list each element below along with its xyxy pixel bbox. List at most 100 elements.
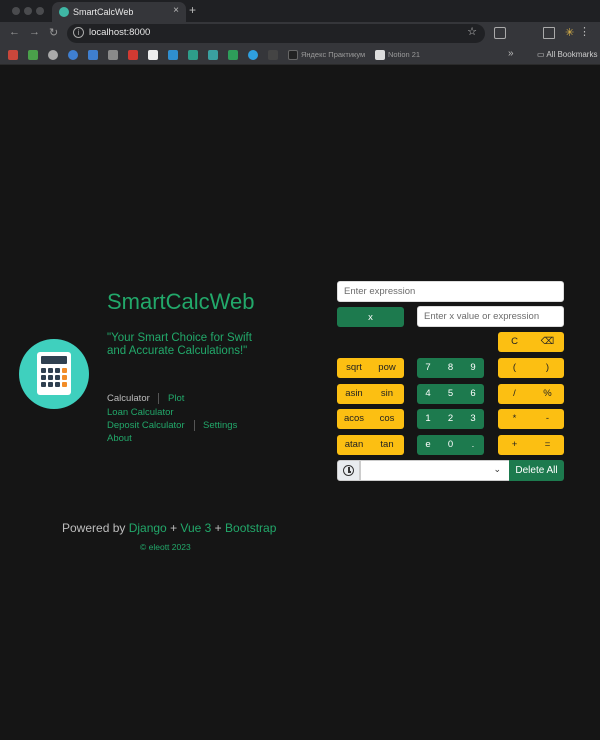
acos-button[interactable]: acos xyxy=(337,409,371,429)
reload-icon[interactable]: ↻ xyxy=(49,26,58,39)
notion-bookmark-icon[interactable] xyxy=(375,50,385,60)
digit-5-button[interactable]: 5 xyxy=(439,384,462,404)
browser-menu-icon[interactable]: ⋮ xyxy=(579,25,590,38)
youtube-bookmark-icon[interactable] xyxy=(128,50,138,60)
backspace-icon[interactable]: ⌫ xyxy=(531,332,564,352)
func-row: asin sin xyxy=(337,384,404,404)
vue-link[interactable]: Vue 3 xyxy=(180,521,211,535)
equals-button[interactable]: = xyxy=(531,435,564,455)
calendar-bookmark-icon[interactable] xyxy=(88,50,98,60)
address-url[interactable]: localhost:8000 xyxy=(89,27,150,38)
digit-1-button[interactable]: 1 xyxy=(417,409,439,429)
add-button[interactable]: + xyxy=(498,435,531,455)
close-paren-button[interactable]: ) xyxy=(531,358,564,378)
back-arrow-icon[interactable]: ← xyxy=(9,26,20,38)
microsoft-bookmark-icon[interactable] xyxy=(28,50,38,60)
multiply-button[interactable]: * xyxy=(498,409,531,429)
gmail-bookmark-icon[interactable] xyxy=(8,50,18,60)
side-panel-icon[interactable] xyxy=(543,27,555,39)
django-link[interactable]: Django xyxy=(129,521,167,535)
clear-button[interactable]: C xyxy=(498,332,531,352)
op-row: * - xyxy=(498,409,564,429)
sqrt-button[interactable]: sqrt xyxy=(337,358,371,378)
forward-arrow-icon[interactable]: → xyxy=(29,26,40,38)
bootstrap-link[interactable]: Bootstrap xyxy=(225,521,276,535)
page-title: SmartCalcWeb xyxy=(107,289,255,314)
x-button[interactable]: x xyxy=(337,307,404,327)
tab-close-icon[interactable]: × xyxy=(173,5,179,16)
bookmarks-overflow-icon[interactable]: » xyxy=(508,48,514,59)
digit-row: e 0 . xyxy=(417,435,484,455)
nav-about[interactable]: About xyxy=(107,433,132,444)
chevron-down-icon: ⌄ xyxy=(493,464,501,474)
digit-row: 4 5 6 xyxy=(417,384,484,404)
digit-6-button[interactable]: 6 xyxy=(462,384,484,404)
bookmark-star-icon[interactable]: ☆ xyxy=(467,25,477,38)
cos-button[interactable]: cos xyxy=(370,409,404,429)
cloud-bookmark-icon[interactable] xyxy=(68,50,78,60)
history-select[interactable]: ⌄ xyxy=(360,460,510,481)
praktikum-bookmark-icon[interactable] xyxy=(288,50,298,60)
site-info-icon[interactable]: i xyxy=(73,27,84,38)
digit-8-button[interactable]: 8 xyxy=(439,358,462,378)
sin-button[interactable]: sin xyxy=(370,384,404,404)
browser-toolbar: ← → ↻ i localhost:8000 ☆ ✳ ⋮ xyxy=(0,22,600,45)
new-tab-button[interactable]: + xyxy=(189,3,196,17)
atan-button[interactable]: atan xyxy=(337,435,371,455)
b-bookmark-icon[interactable] xyxy=(208,50,218,60)
func-row: atan tan xyxy=(337,435,404,455)
nav-plot[interactable]: Plot xyxy=(168,393,184,404)
divide-button[interactable]: / xyxy=(498,384,531,404)
delete-all-button[interactable]: Delete All xyxy=(509,460,564,481)
func-row: acos cos xyxy=(337,409,404,429)
digit-2-button[interactable]: 2 xyxy=(439,409,462,429)
e-button[interactable]: e xyxy=(417,435,439,455)
profile-extension-icon[interactable]: ✳ xyxy=(565,26,574,39)
bookmarks-bar: Яндекс Практикум Notion 21 » ▭ All Bookm… xyxy=(0,45,600,65)
address-bar[interactable]: i localhost:8000 ☆ xyxy=(67,24,485,43)
x-value-input[interactable] xyxy=(417,306,564,327)
expression-input[interactable] xyxy=(337,281,564,302)
browser-tab[interactable]: SmartCalcWeb × xyxy=(52,2,186,22)
digit-9-button[interactable]: 9 xyxy=(462,358,484,378)
calculator-icon xyxy=(37,352,71,395)
extensions-icon[interactable] xyxy=(494,27,506,39)
folder-icon: ▭ xyxy=(537,50,547,59)
sr-bookmark-icon[interactable] xyxy=(268,50,278,60)
modulo-button[interactable]: % xyxy=(531,384,564,404)
all-bookmarks-button[interactable]: ▭ All Bookmarks xyxy=(537,50,597,59)
digit-3-button[interactable]: 3 xyxy=(462,409,484,429)
tab-favicon-icon xyxy=(59,7,69,17)
bookmark-praktikum[interactable]: Яндекс Практикум xyxy=(301,50,365,59)
pow-button[interactable]: pow xyxy=(370,358,404,378)
k-bookmark-icon[interactable] xyxy=(168,50,178,60)
digit-4-button[interactable]: 4 xyxy=(417,384,439,404)
nav-deposit-calculator[interactable]: Deposit Calculator xyxy=(107,420,185,431)
close-window-dot[interactable] xyxy=(12,7,20,15)
digit-7-button[interactable]: 7 xyxy=(417,358,439,378)
nav-loan-calculator[interactable]: Loan Calculator xyxy=(107,407,174,418)
open-paren-button[interactable]: ( xyxy=(498,358,531,378)
app-logo xyxy=(19,339,89,409)
minimize-window-dot[interactable] xyxy=(24,7,32,15)
c-bookmark-icon[interactable] xyxy=(188,50,198,60)
globe-bookmark-icon[interactable] xyxy=(48,50,58,60)
copyright: © eleott 2023 xyxy=(140,542,191,552)
bookmark-notion[interactable]: Notion 21 xyxy=(388,50,420,59)
telegram-bookmark-icon[interactable] xyxy=(248,50,258,60)
subtract-button[interactable]: - xyxy=(531,409,564,429)
21-bookmark-icon[interactable] xyxy=(228,50,238,60)
tan-button[interactable]: tan xyxy=(370,435,404,455)
maximize-window-dot[interactable] xyxy=(36,7,44,15)
decimal-point-button[interactable]: . xyxy=(462,435,484,455)
digit-0-button[interactable]: 0 xyxy=(439,435,462,455)
powered-by-text: Powered by Django + Vue 3 + Bootstrap xyxy=(62,521,277,535)
op-row: + = xyxy=(498,435,564,455)
nav-settings[interactable]: Settings xyxy=(203,420,237,431)
asin-button[interactable]: asin xyxy=(337,384,371,404)
nav-calculator[interactable]: Calculator xyxy=(107,393,150,404)
history-clock-icon xyxy=(337,460,360,481)
browser-tabstrip: SmartCalcWeb × + xyxy=(0,0,600,22)
dribbble-bookmark-icon[interactable] xyxy=(148,50,158,60)
square-bookmark-icon[interactable] xyxy=(108,50,118,60)
